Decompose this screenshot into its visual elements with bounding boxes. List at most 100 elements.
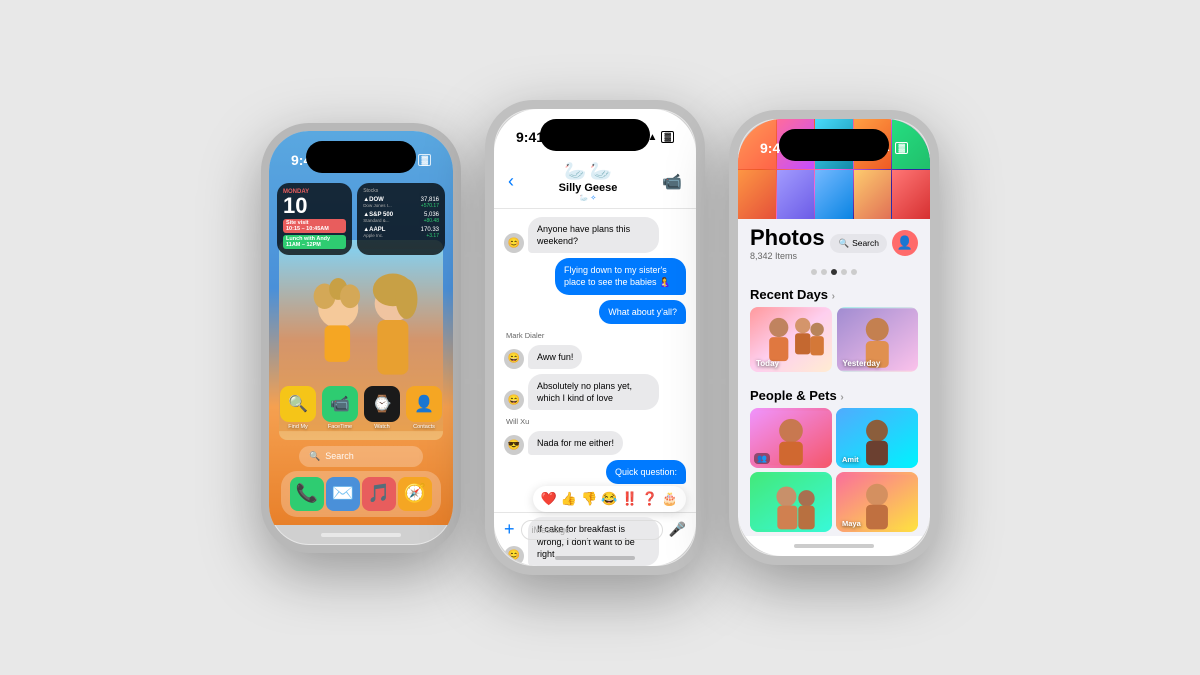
search-label-photos: Search — [852, 238, 879, 248]
facetime-label: FaceTime — [328, 424, 352, 430]
back-button[interactable]: ‹ — [508, 171, 514, 192]
search-label: Search — [325, 451, 354, 461]
calendar-event-1[interactable]: Site visit 10:15 – 10:45AM — [283, 219, 346, 233]
widget-stocks[interactable]: Stocks ▲DOW Dow Jones I... 37,816 +570.1… — [357, 183, 445, 255]
home-bar-1 — [321, 533, 401, 537]
message-input-bar: + iMessage 🎤 — [494, 512, 696, 546]
home-search-bar[interactable]: 🔍 Search — [299, 446, 423, 467]
avatar-willxu: 😎 — [504, 435, 524, 455]
photo-yesterday[interactable]: Yesterday — [837, 307, 919, 372]
stock-aapl-sub: Apple Inc. — [363, 233, 385, 238]
watch-icon: ⌚ — [364, 386, 400, 422]
app-icon-facetime[interactable]: 📹 FaceTime — [322, 386, 358, 430]
stocks-label: Stocks — [363, 188, 439, 194]
imessage-placeholder: iMessage — [532, 525, 571, 535]
people-pets-header: People & Pets › — [750, 380, 918, 408]
phone-photos: 9:41 ▲ ▓ — [729, 110, 939, 565]
stock-aapl-change: +3.17 — [421, 233, 439, 239]
photo-yesterday-label: Yesterday — [843, 359, 881, 368]
app-icon-watch[interactable]: ⌚ Watch — [364, 386, 400, 430]
contacts-icon: 👤 — [406, 386, 442, 422]
hero-cell-6 — [738, 170, 776, 220]
msg-row-1: 😊 Anyone have plans this weekend? — [504, 217, 686, 253]
stock-dow-change: +570.17 — [421, 203, 439, 209]
people-pets-title: People & Pets › — [750, 388, 844, 403]
calendar-day-num: 10 — [283, 195, 346, 217]
app-icon-contacts[interactable]: 👤 Contacts — [406, 386, 442, 430]
sender-mark: Mark Dialer — [504, 331, 686, 340]
stock-dow-val: 37,816 — [421, 197, 439, 203]
widget-calendar[interactable]: MONDAY 10 Site visit 10:15 – 10:45AM Lun… — [277, 183, 352, 255]
contacts-label: Contacts — [413, 424, 435, 430]
recent-days-row: Today — [750, 307, 918, 372]
tapback-bar[interactable]: ❤️ 👍 👎 😂 ‼️ ❓ 🎂 — [533, 486, 686, 512]
video-call-button[interactable]: 📹 — [662, 172, 682, 192]
stock-sp-val: 5,036 — [424, 212, 439, 218]
msg-bubble-3: What about y'all? — [599, 300, 686, 324]
home-bar-3 — [794, 544, 874, 548]
app-icon-findmy[interactable]: 🔍 Find My — [280, 386, 316, 430]
quick-question-group: Quick question: ❤️ 👍 👎 😂 ‼️ ❓ 🎂 — [533, 460, 686, 512]
widgets-row: MONDAY 10 Site visit 10:15 – 10:45AM Lun… — [277, 183, 445, 255]
photos-title-group: Photos 8,342 Items — [750, 225, 825, 261]
stock-sp: ▲S&P 500 Standard &... 5,036 +80.48 — [363, 212, 439, 224]
person-photo-3[interactable] — [750, 472, 832, 532]
attach-button[interactable]: + — [504, 519, 515, 540]
photos-actions: 🔍 Search 👤 — [830, 230, 918, 256]
photo-today[interactable]: Today — [750, 307, 832, 372]
msg-row-nada: 😎 Nada for me either! — [504, 431, 686, 455]
hero-cell-7 — [777, 170, 815, 220]
photos-search-button[interactable]: 🔍 Search — [830, 234, 887, 253]
phone-home-screen: 9:41 ▲ ▓ MONDAY 10 — [261, 123, 461, 553]
photo-today-label: Today — [756, 359, 779, 368]
photos-count: 8,342 Items — [750, 251, 825, 261]
battery-icon: ▓ — [418, 154, 431, 166]
app-icons-row: 🔍 Find My 📹 FaceTime ⌚ Watch 👤 Contacts — [277, 386, 445, 430]
people-chevron: › — [840, 392, 843, 403]
people-icon-badge: 👥 — [754, 453, 770, 464]
tapback-thumbsdown[interactable]: 👎 — [581, 491, 597, 507]
findmy-label: Find My — [288, 424, 308, 430]
msg-row-aww: 😄 Aww fun! — [504, 345, 686, 369]
event-2-time: 11AM – 12PM — [286, 242, 343, 248]
recent-days-title: Recent Days › — [750, 287, 835, 302]
photos-content: Recent Days › — [738, 279, 930, 536]
msg-row-noplans: 😄 Absolutely no plans yet, which I kind … — [504, 374, 686, 410]
dock-safari-icon[interactable]: 🧭 — [398, 477, 432, 511]
calendar-event-2[interactable]: Lunch with Andy 11AM – 12PM — [283, 235, 346, 249]
contact-emoji-2: 🦢 — [590, 161, 612, 182]
contact-info[interactable]: 🦢 🦢 Silly Geese 🦢 ✧ — [559, 161, 618, 202]
recent-days-header: Recent Days › — [750, 279, 918, 307]
tapback-haha[interactable]: 😂 — [601, 491, 617, 507]
findmy-icon: 🔍 — [280, 386, 316, 422]
stock-sp-sub: Standard &... — [363, 218, 393, 223]
dynamic-island — [306, 141, 416, 173]
tapback-cake[interactable]: 🎂 — [662, 491, 678, 507]
photos-nav: Photos 8,342 Items 🔍 Search 👤 — [738, 219, 930, 265]
tapback-question[interactable]: ❓ — [642, 491, 658, 507]
user-avatar[interactable]: 👤 — [892, 230, 918, 256]
hero-cell-8 — [815, 170, 853, 220]
person-photo-1[interactable]: 👥 — [750, 408, 832, 468]
tapback-heart[interactable]: ❤️ — [541, 491, 557, 507]
stock-aapl: ▲AAPL Apple Inc. 170.33 +3.17 — [363, 227, 439, 239]
battery-icon-2: ▓ — [661, 131, 674, 143]
mic-button[interactable]: 🎤 — [669, 521, 686, 538]
hero-cell-9 — [854, 170, 892, 220]
tapback-thumbsup[interactable]: 👍 — [561, 491, 577, 507]
photos-hero: 9:41 ▲ ▓ — [738, 119, 930, 219]
person-photo-amit[interactable]: Amit — [836, 408, 918, 468]
photos-dots — [738, 265, 930, 279]
msg-bubble-nada: Nada for me either! — [528, 431, 623, 455]
dock-mail-icon[interactable]: ✉️ — [326, 477, 360, 511]
person-label-maya: Maya — [842, 519, 861, 528]
tapback-exclaim[interactable]: ‼️ — [621, 491, 637, 507]
person-photo-maya[interactable]: Maya — [836, 472, 918, 532]
dock-music-icon[interactable]: 🎵 — [362, 477, 396, 511]
watch-label: Watch — [374, 424, 389, 430]
msg-bubble-question: Quick question: — [606, 460, 686, 484]
stock-dow: ▲DOW Dow Jones I... 37,816 +570.17 — [363, 197, 439, 209]
msg-bubble-2: Flying down to my sister's place to see … — [555, 258, 686, 294]
dock-phone-icon[interactable]: 📞 — [290, 477, 324, 511]
message-input[interactable]: iMessage — [521, 520, 663, 540]
